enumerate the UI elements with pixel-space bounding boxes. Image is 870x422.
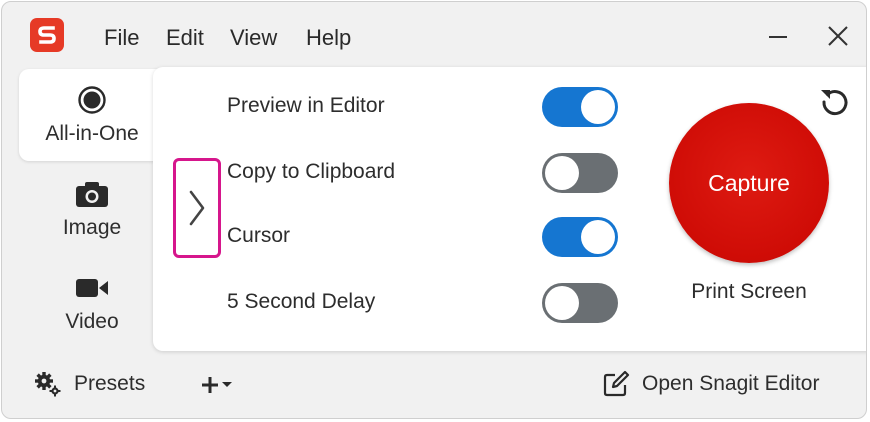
menu-view[interactable]: View: [230, 25, 277, 51]
open-editor-button[interactable]: Open Snagit Editor: [602, 370, 819, 398]
toggle-preview-in-editor[interactable]: [542, 87, 618, 127]
reset-settings-button[interactable]: [817, 84, 853, 120]
toggle-5-second-delay[interactable]: [542, 283, 618, 323]
open-editor-label: Open Snagit Editor: [642, 372, 820, 395]
tab-all-in-one[interactable]: All-in-One: [19, 69, 165, 161]
setting-label-preview: Preview in Editor: [227, 94, 385, 117]
capture-hotkey: Print Screen: [691, 280, 807, 303]
menu-file[interactable]: File: [104, 25, 139, 51]
toggle-cursor[interactable]: [542, 217, 618, 257]
snagit-logo-icon[interactable]: [30, 18, 64, 52]
tab-label: Video: [65, 310, 119, 333]
toggle-knob: [545, 286, 579, 320]
presets-button[interactable]: Presets: [34, 370, 145, 398]
close-icon: [828, 26, 848, 46]
all-in-one-icon: [77, 84, 107, 116]
toggle-knob: [545, 156, 579, 190]
plus-dropdown-icon: [202, 377, 232, 393]
edit-icon: [603, 370, 630, 397]
snagit-capture-window: File Edit View Help All-in-One Image Vid…: [1, 1, 867, 419]
minimize-button[interactable]: [761, 20, 795, 54]
video-camera-icon: [75, 272, 109, 304]
menu-edit[interactable]: Edit: [166, 25, 204, 51]
toggle-copy-to-clipboard[interactable]: [542, 153, 618, 193]
toggle-knob: [581, 220, 615, 254]
menu-help[interactable]: Help: [306, 25, 351, 51]
tab-label: All-in-One: [45, 122, 139, 145]
capture-button[interactable]: Capture: [669, 103, 829, 263]
tab-image[interactable]: Image: [19, 163, 165, 255]
setting-label-cursor: Cursor: [227, 224, 291, 247]
gear-icon: [35, 372, 61, 397]
camera-icon: [75, 178, 109, 210]
chevron-right-icon: [189, 190, 205, 226]
close-button[interactable]: [821, 20, 855, 54]
setting-label-clipboard: Copy to Clipboard: [227, 160, 396, 183]
add-preset-button[interactable]: [199, 372, 235, 398]
minimize-icon: [769, 36, 787, 38]
capture-label: Capture: [708, 169, 790, 196]
setting-label-delay: 5 Second Delay: [227, 290, 376, 313]
toggle-knob: [581, 90, 615, 124]
reset-icon: [821, 90, 848, 115]
presets-label: Presets: [74, 372, 146, 395]
tab-label: Image: [62, 216, 122, 239]
tab-video[interactable]: Video: [19, 257, 165, 349]
expand-panel-button[interactable]: [173, 158, 221, 258]
